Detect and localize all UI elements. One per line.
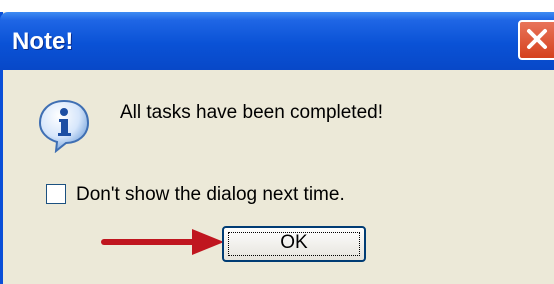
title-bar bbox=[0, 12, 554, 70]
ok-button-label: OK bbox=[280, 232, 308, 253]
checkbox-label[interactable]: Don't show the dialog next time. bbox=[76, 184, 345, 206]
dialog-title: Note! bbox=[12, 28, 74, 55]
ok-button[interactable]: OK bbox=[222, 226, 366, 262]
close-x-icon bbox=[527, 29, 547, 49]
message-text: All tasks have been completed! bbox=[120, 102, 383, 123]
dont-show-checkbox[interactable] bbox=[46, 184, 66, 204]
red-arrow-icon bbox=[101, 229, 224, 255]
information-icon bbox=[38, 99, 90, 153]
close-button[interactable] bbox=[518, 20, 554, 60]
